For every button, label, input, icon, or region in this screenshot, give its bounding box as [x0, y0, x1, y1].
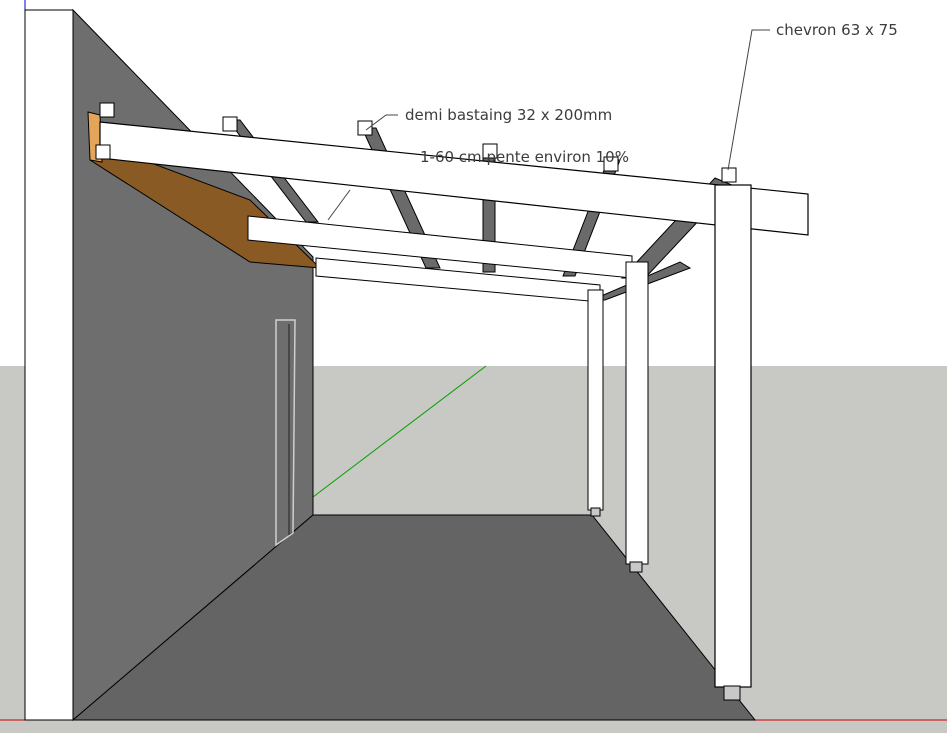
left-post: [24, 9, 74, 721]
foot-front: [723, 685, 741, 701]
chevron-label: chevron 63 x 75: [776, 21, 898, 39]
foot-far: [590, 507, 601, 517]
post-far: [587, 289, 604, 511]
post-middle: [625, 261, 649, 565]
3d-model-canvas[interactable]: chevron 63 x 75 demi bastaing 32 x 200mm…: [0, 0, 947, 733]
viewport[interactable]: chevron 63 x 75 demi bastaing 32 x 200mm…: [0, 0, 947, 733]
pente-label: 1-60 cm pente environ 10%: [420, 148, 629, 166]
demi-bastaing-label: demi bastaing 32 x 200mm: [405, 106, 612, 124]
post-front: [714, 184, 752, 688]
foot-middle: [629, 561, 643, 573]
